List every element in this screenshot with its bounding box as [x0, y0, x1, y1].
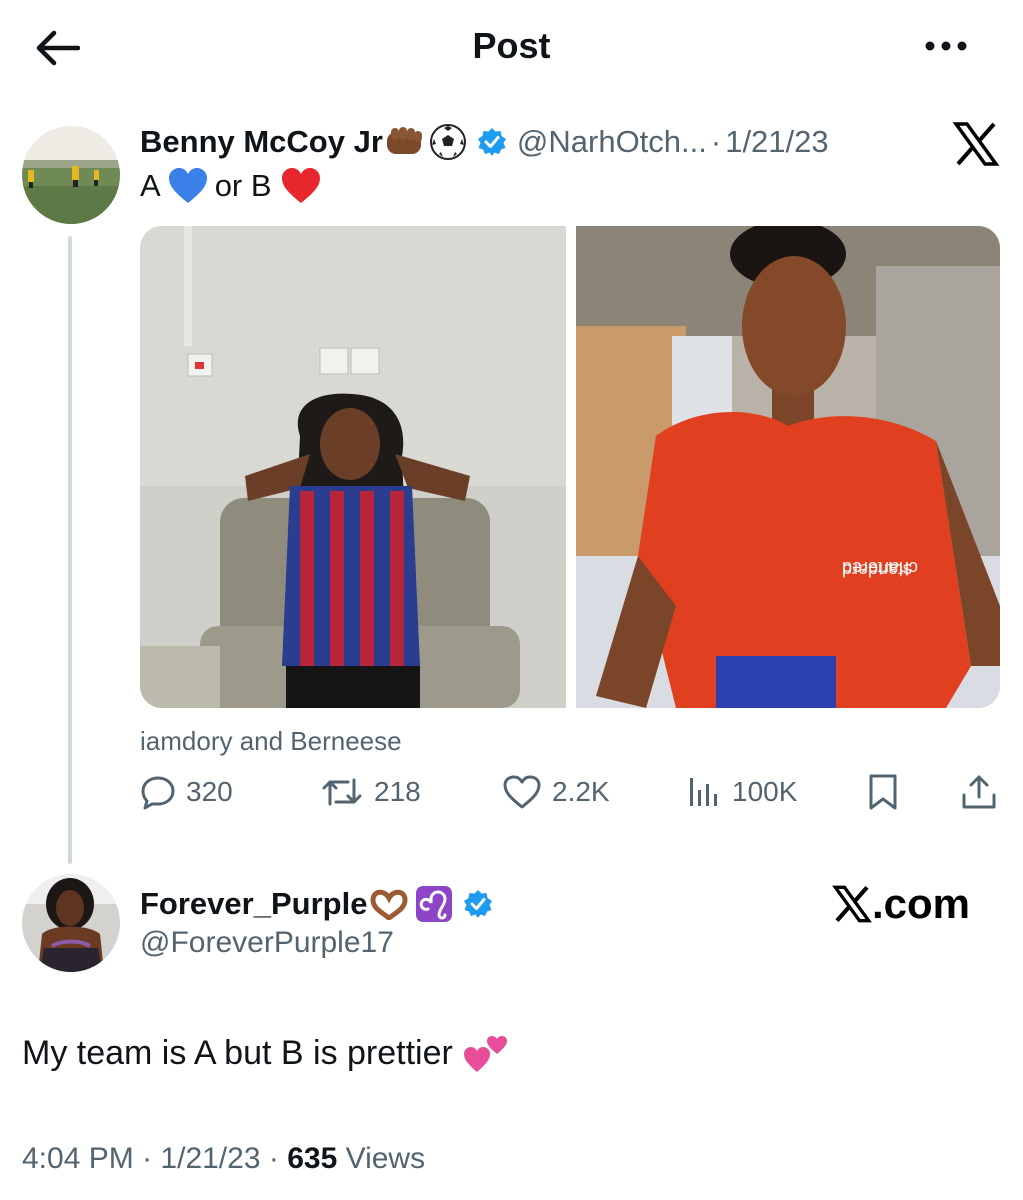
back-button[interactable] — [34, 28, 81, 68]
back-arrow-icon — [36, 30, 81, 66]
photo-b[interactable]: standard chartered — [576, 226, 1000, 708]
reply-author-handle[interactable]: @ForeverPurple17 — [140, 926, 394, 960]
verified-badge-icon — [477, 128, 506, 156]
separator-dot: · — [268, 1142, 279, 1175]
views-chart-icon — [690, 778, 717, 806]
action-bar: 320 218 2.2K 100K — [140, 768, 1000, 816]
more-horizontal-icon — [925, 41, 967, 51]
media-grid: standard chartered — [140, 226, 1000, 708]
two-hearts-icon — [463, 1036, 507, 1072]
quoted-post-text: A or B — [140, 166, 322, 206]
views-label: Views — [345, 1142, 426, 1175]
option-b-label: or B — [214, 168, 272, 203]
reply-body: My team is A but B is prettier — [22, 1033, 453, 1072]
page-title: Post — [472, 25, 551, 66]
tagged-users[interactable]: iamdory and Berneese — [140, 726, 402, 757]
more-button[interactable] — [918, 28, 974, 64]
heart-outline-icon — [503, 775, 541, 809]
bookmark-button[interactable] — [866, 768, 910, 816]
quoted-post-header: Benny McCoy Jr @NarhOtch... · 1/21/23 — [140, 120, 829, 164]
avatar[interactable] — [22, 126, 120, 224]
heart-hands-icon — [370, 889, 408, 920]
repost-count: 218 — [374, 776, 421, 807]
reply-button[interactable]: 320 — [140, 768, 233, 816]
post-time[interactable]: 4:04 PM — [22, 1142, 134, 1175]
reply-icon — [141, 776, 175, 810]
bookmark-icon — [869, 774, 897, 810]
reply-count: 320 — [186, 776, 233, 807]
author-name[interactable]: Benny McCoy Jr — [140, 124, 383, 160]
share-button[interactable] — [960, 768, 1008, 816]
blue-heart-icon — [168, 168, 207, 203]
thread-line — [68, 236, 72, 864]
separator-dot: · — [710, 124, 722, 159]
photo-a[interactable] — [140, 226, 566, 708]
x-logo-icon — [952, 122, 1000, 166]
avatar-portrait-image — [22, 874, 120, 972]
separator-dot: · — [142, 1142, 153, 1175]
reply-author-header: Forever_Purple — [140, 882, 493, 926]
watermark-text: .com — [872, 880, 971, 927]
leo-sign-icon — [416, 886, 453, 922]
avatar[interactable] — [22, 874, 120, 972]
post-date[interactable]: 1/21/23 — [725, 124, 828, 160]
repost-button[interactable]: 218 — [320, 768, 421, 816]
fist-icon — [386, 127, 422, 154]
svg-text:chartered: chartered — [842, 558, 918, 578]
reply-author-name[interactable]: Forever_Purple — [140, 886, 367, 922]
avatar-soccer-field-image — [22, 126, 120, 224]
reply-text: My team is A but B is prettier — [22, 1032, 509, 1074]
photo-b-image: standard chartered — [576, 226, 1000, 708]
repost-icon — [322, 778, 362, 806]
views-count: 635 — [287, 1142, 338, 1175]
views-button[interactable]: 100K — [686, 768, 797, 816]
red-heart-icon — [281, 168, 320, 203]
x-logo-icon — [832, 885, 872, 923]
like-button[interactable]: 2.2K — [502, 768, 610, 816]
author-handle[interactable]: @NarhOtch... — [517, 124, 707, 160]
post-date[interactable]: 1/21/23 — [160, 1142, 260, 1175]
views-count: 100K — [732, 776, 798, 807]
watermark-x-com: .com — [832, 880, 970, 928]
photo-a-image — [140, 226, 566, 708]
verified-badge-icon — [464, 890, 493, 918]
soccer-ball-icon — [429, 124, 466, 160]
x-logo-link[interactable] — [952, 120, 1000, 168]
option-a-label: A — [140, 168, 161, 203]
post-meta: 4:04 PM · 1/21/23 · 635 Views — [22, 1142, 425, 1176]
like-count: 2.2K — [552, 776, 610, 807]
share-icon — [962, 775, 996, 809]
